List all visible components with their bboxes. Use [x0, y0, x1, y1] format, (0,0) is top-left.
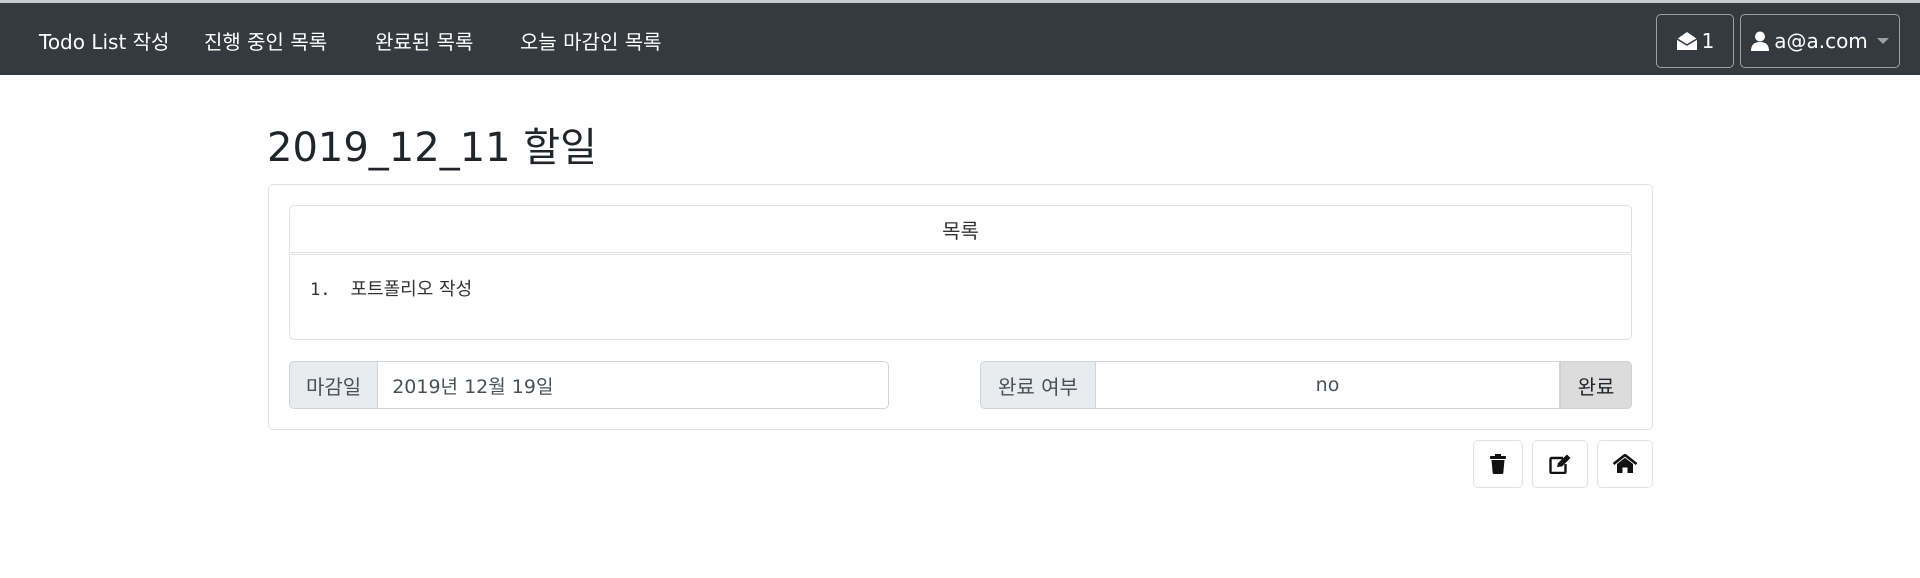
deadline-label: 마감일 — [289, 361, 379, 409]
complete-button[interactable]: 완료 — [1560, 361, 1632, 409]
deadline-group: 마감일 2019년 12월 19일 — [289, 361, 889, 409]
status-label: 완료 여부 — [980, 361, 1096, 409]
user-icon — [1751, 31, 1770, 51]
list-item: 1. 포트폴리오 작성 — [310, 275, 472, 301]
nav-link-todo-create[interactable]: Todo List 작성 — [39, 26, 169, 55]
envelope-open-icon — [1676, 32, 1698, 50]
notification-count: 1 — [1701, 29, 1715, 53]
chevron-down-icon — [1876, 38, 1889, 44]
status-group: 완료 여부 no 완료 — [980, 361, 1632, 409]
list-item-text: 포트폴리오 작성 — [350, 279, 473, 300]
list-item-number: 1. — [310, 280, 331, 300]
user-dropdown-button[interactable]: a@a.com — [1740, 14, 1900, 68]
nav-link-due-today[interactable]: 오늘 마감인 목록 — [520, 26, 662, 55]
edit-button[interactable] — [1532, 440, 1588, 488]
user-email: a@a.com — [1774, 29, 1868, 53]
nav-link-completed[interactable]: 완료된 목록 — [375, 26, 473, 55]
home-icon — [1613, 454, 1637, 473]
edit-icon — [1549, 454, 1571, 474]
delete-button[interactable] — [1473, 440, 1523, 488]
page-title: 2019_12_11 할일 — [267, 125, 597, 171]
status-value: no — [1095, 361, 1561, 409]
notification-button[interactable]: 1 — [1656, 14, 1734, 68]
deadline-value: 2019년 12월 19일 — [378, 361, 889, 409]
nav-link-in-progress[interactable]: 진행 중인 목록 — [204, 26, 327, 55]
navbar: Todo List 작성 진행 중인 목록 완료된 목록 오늘 마감인 목록 1… — [0, 0, 1920, 75]
todo-list: 1. 포트폴리오 작성 — [289, 254, 1632, 340]
home-button[interactable] — [1597, 440, 1653, 488]
trash-icon — [1490, 454, 1506, 474]
list-header: 목록 — [289, 205, 1632, 253]
todo-card: 목록 1. 포트폴리오 작성 마감일 2019년 12월 19일 완료 여부 no… — [268, 184, 1653, 430]
